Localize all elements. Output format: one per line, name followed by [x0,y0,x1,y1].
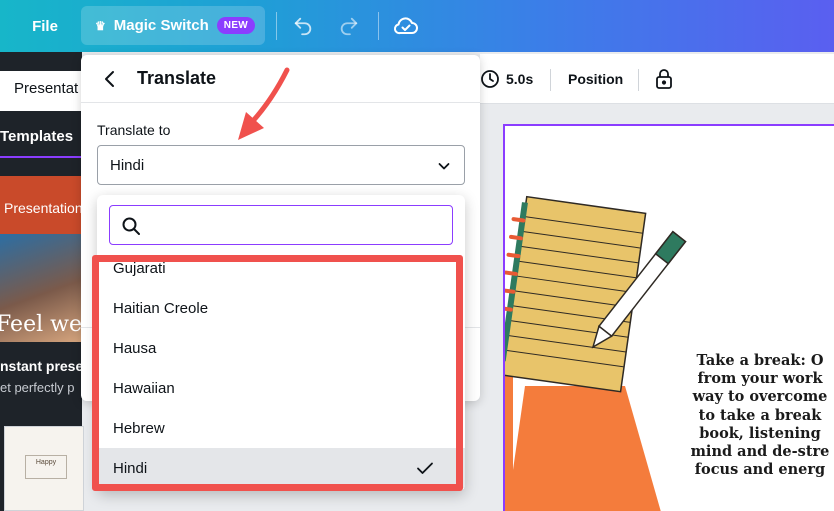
toolbar-divider [638,69,639,91]
back-button[interactable] [99,67,121,91]
tab-templates[interactable]: Templates [0,128,73,145]
canvas-text-line: book, listening [699,424,821,442]
new-badge: NEW [216,17,256,34]
canvas-text-line: from your work [697,370,823,388]
position-button[interactable]: Position [568,54,623,104]
canvas-text-line: way to overcome [692,388,828,406]
lock-button[interactable] [654,54,674,104]
undo-icon[interactable] [289,12,317,40]
language-select[interactable]: Hindi [97,145,465,185]
toolbar-divider [550,69,551,91]
template-thumbnail[interactable]: Feel well, [0,234,103,342]
top-toolbar: File ♛ Magic Switch NEW [0,0,834,52]
canvas-text-line: focus and energ [694,461,826,479]
duration-button[interactable]: 5.0s [480,54,533,104]
duration-label: 5.0s [506,71,534,87]
language-search-input[interactable] [109,205,453,245]
presentation-card-label: Presentation [4,200,83,216]
panel-title: Translate [137,68,217,88]
cloud-saved-icon[interactable] [392,12,420,40]
magic-switch-button[interactable]: ♛ Magic Switch NEW [81,6,265,45]
crown-icon: ♛ [95,18,106,33]
template-subtitle: et perfectly p [0,380,75,395]
template-search-text: Presentat [14,80,79,97]
card-greeting-text: Happy [25,455,67,479]
toolbar-divider [276,12,277,40]
canvas-text-line: to take a break [698,406,822,424]
canvas-text-line: Take a break: O [696,352,824,369]
translate-to-label: Translate to [97,122,171,138]
active-tab-indicator [0,156,82,158]
template-thumbnail-small[interactable]: Happy [4,426,84,511]
canvas-text-block[interactable]: Take a break: O from your work way to ov… [680,352,834,479]
search-icon [122,217,140,235]
toolbar-divider [378,12,379,40]
chevron-left-icon [105,71,114,87]
annotation-highlight-box [92,255,463,491]
magic-switch-label: Magic Switch [113,17,209,34]
canvas-toolbar: 5.0s Position [480,54,834,104]
template-title: nstant prese [0,358,84,374]
lock-icon [656,69,672,89]
selected-language: Hindi [110,157,145,174]
file-menu-button[interactable]: File [18,0,72,52]
canvas-text-line: mind and de-stre [690,443,830,461]
timer-icon [481,70,499,88]
chevron-down-icon [438,163,450,170]
panel-header: Translate [81,55,480,103]
redo-icon[interactable] [335,12,363,40]
